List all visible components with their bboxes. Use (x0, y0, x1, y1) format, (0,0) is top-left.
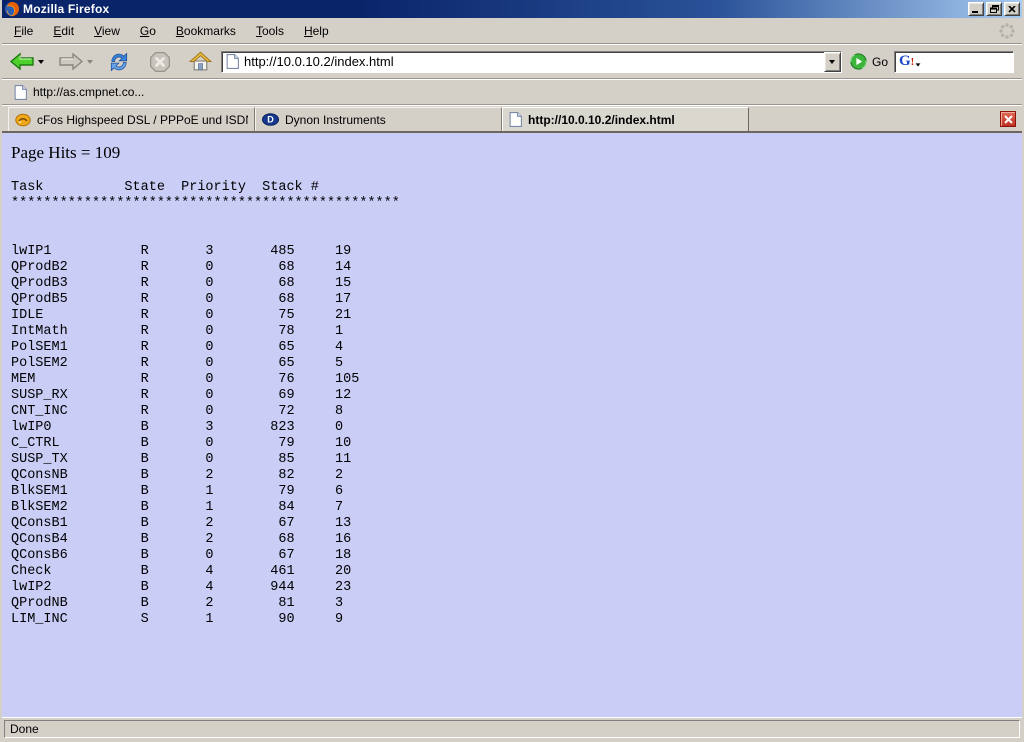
page-content: Page Hits = 109 Task State Priority Stac… (2, 133, 1022, 717)
reload-icon (107, 51, 131, 73)
navigation-toolbar: Go G! (2, 44, 1022, 79)
title-bar[interactable]: Mozilla Firefox (2, 0, 1022, 18)
tab-label: cFos Highspeed DSL / PPPoE und ISDN CAP.… (37, 113, 248, 127)
menu-help[interactable]: Help (294, 21, 339, 41)
menu-edit[interactable]: Edit (43, 21, 84, 41)
tabs: cFos Highspeed DSL / PPPoE und ISDN CAP.… (8, 107, 1016, 131)
dynon-icon: D (262, 113, 279, 126)
close-tab-button[interactable] (1000, 111, 1016, 127)
close-icon (1008, 6, 1016, 13)
task-table: Task State Priority Stack # ************… (11, 180, 1022, 628)
page-icon (14, 85, 27, 100)
reload-button[interactable] (106, 49, 132, 75)
tab-strip: cFos Highspeed DSL / PPPoE und ISDN CAP.… (2, 105, 1022, 133)
menu-bookmarks[interactable]: Bookmarks (166, 21, 246, 41)
forward-button[interactable] (57, 49, 85, 74)
back-icon (9, 51, 35, 72)
tab-3[interactable]: http://10.0.10.2/index.html (502, 107, 749, 131)
close-tab-icon (1004, 115, 1013, 124)
forward-icon (58, 51, 84, 72)
status-bar: Done (2, 717, 1022, 740)
search-box[interactable]: G! (894, 51, 1014, 73)
home-button[interactable] (188, 49, 213, 74)
status-text: Done (10, 722, 39, 736)
go-button[interactable] (850, 53, 867, 70)
menu-view[interactable]: View (84, 21, 130, 41)
back-dropdown-icon[interactable] (38, 60, 44, 64)
window-title: Mozilla Firefox (23, 1, 968, 17)
tab-1[interactable]: cFos Highspeed DSL / PPPoE und ISDN CAP.… (8, 107, 255, 131)
menu-items: FileEditViewGoBookmarksToolsHelp (4, 21, 998, 41)
firefox-window: Mozilla Firefox FileEditViewGoBookmarksT… (0, 0, 1024, 742)
page-icon (509, 112, 522, 127)
forward-dropdown-icon[interactable] (87, 60, 93, 64)
back-button[interactable] (8, 49, 36, 74)
page-hits: Page Hits = 109 (11, 143, 1022, 163)
home-icon (189, 51, 212, 72)
bookmarks-toolbar: http://as.cmpnet.co... (2, 79, 1022, 105)
menu-tools[interactable]: Tools (246, 21, 294, 41)
url-input[interactable] (239, 53, 824, 71)
cfos-icon (15, 113, 31, 127)
chevron-down-icon (829, 60, 835, 64)
search-engine-dropdown-icon[interactable] (916, 63, 921, 66)
menu-bar: FileEditViewGoBookmarksToolsHelp (2, 18, 1022, 44)
go-label[interactable]: Go (872, 55, 888, 69)
tab-2[interactable]: D Dynon Instruments (255, 107, 502, 131)
throbber-icon (998, 22, 1016, 40)
status-panel: Done (4, 720, 1020, 738)
search-input[interactable] (926, 55, 1013, 69)
menu-file[interactable]: File (4, 21, 43, 41)
restore-icon (990, 5, 999, 13)
bookmark-label: http://as.cmpnet.co... (33, 85, 144, 99)
google-icon[interactable]: G! (899, 54, 914, 69)
restore-button[interactable] (986, 2, 1002, 16)
url-dropdown-button[interactable] (824, 52, 841, 72)
minimize-button[interactable] (968, 2, 984, 16)
menu-go[interactable]: Go (130, 21, 166, 41)
close-button[interactable] (1004, 2, 1020, 16)
minimize-icon (972, 6, 980, 13)
tab-label: http://10.0.10.2/index.html (528, 113, 675, 127)
page-icon (226, 54, 239, 69)
go-icon (850, 53, 867, 70)
url-bar (221, 51, 842, 73)
stop-button[interactable] (148, 49, 172, 75)
tab-label: Dynon Instruments (285, 113, 386, 127)
firefox-icon (4, 1, 20, 17)
stop-icon (149, 51, 171, 73)
svg-text:D: D (267, 115, 274, 125)
bookmark-item[interactable]: http://as.cmpnet.co... (10, 83, 148, 102)
